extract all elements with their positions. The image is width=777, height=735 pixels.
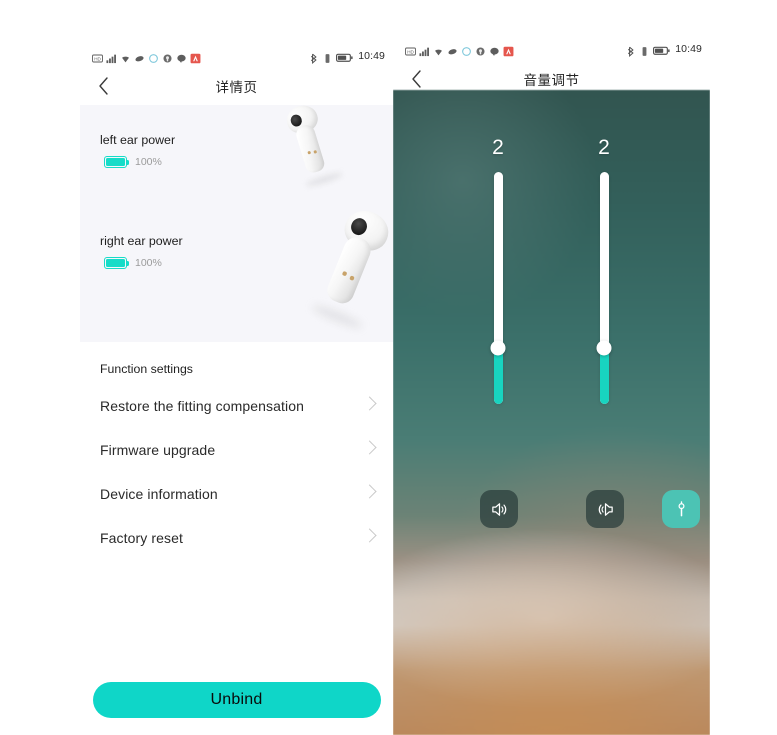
speaker-left-icon	[491, 502, 506, 516]
list-item-restore-fitting-compensation[interactable]: Restore the fitting compensation	[80, 384, 393, 428]
signal-bars-icon	[106, 51, 117, 63]
slider-track[interactable]	[596, 172, 612, 404]
volume-button-row	[393, 490, 710, 530]
right-ear-power-block: right ear power 100%	[100, 234, 183, 269]
bluetooth-icon	[308, 51, 319, 64]
nav-bar-left: 详情页	[80, 67, 393, 105]
slider-thumb[interactable]	[490, 340, 506, 356]
headset-icon	[475, 44, 486, 56]
headset-icon	[162, 51, 173, 63]
list-item-factory-reset[interactable]: Factory reset	[80, 516, 393, 560]
status-bar-left: HD 10:49	[80, 45, 393, 67]
vibrate-icon	[322, 51, 333, 63]
page-title: 详情页	[215, 80, 258, 95]
status-bar-time: 10:49	[358, 50, 385, 62]
right-ear-power-label: right ear power	[100, 234, 183, 248]
left-channel-volume-value: 2	[492, 136, 504, 159]
link-channels-button[interactable]	[662, 490, 700, 528]
battery-icon	[653, 44, 670, 55]
wifi-icon	[433, 44, 444, 55]
back-button[interactable]	[405, 68, 427, 90]
detail-page-screen: HD 10:49 详情页 left ear power 100% right e…	[80, 45, 393, 735]
left-ear-power-block: left ear power 100%	[100, 133, 175, 168]
signal-bars-icon	[419, 44, 430, 56]
app-badge-icon	[190, 51, 201, 63]
hd-icon: HD	[405, 44, 416, 55]
unbind-button[interactable]: Unbind	[92, 682, 381, 718]
slider-thumb[interactable]	[596, 340, 612, 356]
right-speaker-button[interactable]	[586, 490, 624, 528]
list-item-firmware-upgrade[interactable]: Firmware upgrade	[80, 428, 393, 472]
link-icon	[678, 500, 684, 516]
slider-fill	[599, 348, 609, 404]
function-settings-list: Restore the fitting compensation Firmwar…	[80, 384, 393, 560]
back-button[interactable]	[92, 75, 114, 97]
right-ear-battery-row: 100%	[100, 257, 183, 269]
left-ear-battery-row: 100%	[100, 156, 175, 168]
vibrate-icon	[639, 44, 650, 56]
chevron-right-icon	[362, 527, 377, 543]
page-title: 音量调节	[523, 73, 580, 88]
list-item-device-information[interactable]: Device information	[80, 472, 393, 516]
right-channel-volume-value: 2	[598, 136, 610, 159]
status-bar-time: 10:49	[675, 43, 702, 55]
left-ear-battery-percent: 100%	[135, 156, 162, 168]
message-icon	[176, 51, 187, 63]
svg-text:HD: HD	[94, 56, 101, 61]
mute-icon	[134, 51, 145, 62]
battery-icon	[104, 156, 130, 168]
sync-icon	[148, 51, 159, 63]
battery-status-card: left ear power 100% right ear power 100%	[80, 105, 393, 342]
mute-icon	[447, 44, 458, 55]
status-bar-left-icons: HD	[92, 51, 201, 63]
chevron-right-icon	[362, 439, 377, 455]
battery-icon	[104, 257, 130, 269]
right-ear-battery-percent: 100%	[135, 257, 162, 269]
function-settings-header: Function settings	[100, 362, 193, 376]
message-icon	[489, 44, 500, 56]
wifi-icon	[120, 51, 131, 62]
chevron-right-icon	[362, 395, 377, 411]
list-item-label: Restore the fitting compensation	[100, 398, 304, 414]
slider-fill	[493, 348, 503, 404]
battery-icon	[336, 51, 353, 62]
left-speaker-button[interactable]	[480, 490, 518, 528]
left-channel-volume-slider[interactable]: 2	[478, 136, 518, 404]
chevron-right-icon	[362, 483, 377, 499]
left-ear-power-label: left ear power	[100, 133, 176, 147]
slider-track[interactable]	[490, 172, 506, 404]
hd-icon: HD	[92, 51, 103, 62]
chevron-left-icon	[98, 77, 108, 95]
unbind-button-container: Unbind	[80, 682, 393, 718]
list-item-label: Firmware upgrade	[100, 442, 216, 458]
chevron-left-icon	[411, 70, 421, 88]
list-item-label: Factory reset	[100, 530, 183, 546]
app-badge-icon	[503, 44, 514, 56]
sync-icon	[461, 44, 472, 56]
right-channel-volume-slider[interactable]: 2	[584, 136, 624, 404]
speaker-right-icon	[598, 502, 613, 516]
status-bar-right-icons: 10:49	[625, 43, 702, 57]
list-item-label: Device information	[100, 486, 218, 502]
volume-controls: 2 2	[393, 90, 710, 735]
bluetooth-icon	[625, 44, 636, 57]
volume-adjust-screen: HD 10:49 音量调节 2 2	[393, 38, 710, 735]
status-bar-left-icons: HD	[405, 44, 514, 56]
status-bar-right: HD 10:49	[393, 38, 710, 60]
svg-text:HD: HD	[407, 49, 414, 54]
status-bar-right-icons: 10:49	[308, 50, 385, 64]
